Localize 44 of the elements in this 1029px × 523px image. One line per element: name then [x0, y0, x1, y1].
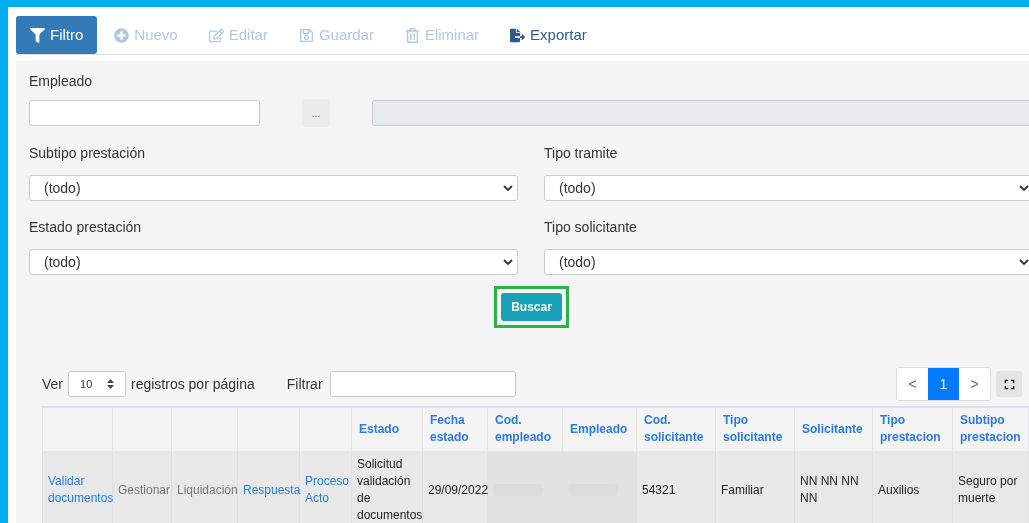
page-size-select[interactable]: 10 [68, 371, 126, 397]
trash-icon [404, 27, 420, 43]
field-label: Subtipo prestación [29, 144, 146, 163]
chevron-down-icon [1019, 184, 1029, 192]
chevron-down-icon [503, 184, 513, 192]
select-field[interactable]: (todo) [544, 175, 1029, 201]
fullscreen-icon [1003, 378, 1015, 390]
filter-icon [30, 27, 45, 43]
column-header[interactable]: Empleado [562, 407, 637, 451]
toolbar-button[interactable]: Filtro [16, 16, 98, 54]
column-header[interactable]: Tipo prestacion [872, 407, 953, 451]
save-icon [298, 27, 314, 43]
chevron-down-icon [1019, 258, 1029, 266]
lookup-button[interactable]: ... [302, 99, 330, 127]
toolbar-button[interactable]: Exportar [496, 16, 601, 54]
field-label: Empleado [29, 72, 94, 91]
column-header[interactable]: Solicitante [794, 407, 873, 451]
per-page-label: registros por página [131, 374, 255, 394]
select-field[interactable]: (todo) [544, 249, 1029, 275]
filter-field[interactable] [329, 371, 516, 397]
page-button[interactable]: < [897, 368, 928, 400]
field-label: Tipo tramite [544, 144, 619, 163]
column-header[interactable]: Estado [351, 407, 423, 451]
column-header[interactable]: Tipo solicitante [715, 407, 795, 451]
chevron-down-icon [503, 258, 513, 266]
sort-icon [107, 379, 114, 389]
column-header[interactable]: Cod. solicitante [636, 407, 716, 451]
employee-code-field[interactable] [29, 100, 260, 126]
filter-label: Filtrar [286, 374, 323, 394]
edit-icon [208, 27, 224, 43]
page-button[interactable]: 1 [928, 368, 959, 400]
select-field[interactable]: (todo) [29, 175, 518, 201]
action-link[interactable]: Validar documentos [42, 451, 113, 523]
page-button[interactable]: > [959, 368, 990, 400]
field-label: Estado prestación [29, 218, 143, 237]
export-icon [510, 27, 526, 43]
select-field[interactable]: (todo) [29, 249, 518, 275]
show-label: Ver [42, 374, 63, 394]
search-button[interactable]: Buscar [501, 293, 562, 321]
column-header[interactable]: Cod. empleado [487, 407, 563, 451]
field-label: Tipo solicitante [544, 218, 638, 237]
column-header[interactable]: Subtipo prestacion [952, 407, 1029, 451]
column-header[interactable]: Fecha estado [422, 407, 488, 451]
fullscreen-button[interactable] [996, 371, 1022, 397]
